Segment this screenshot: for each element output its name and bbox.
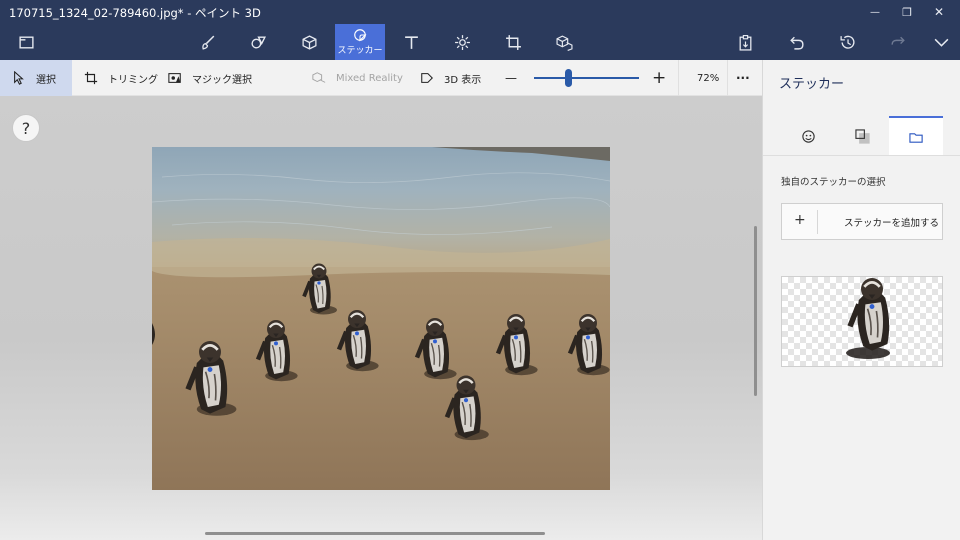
magic-select-button[interactable]: マジック選択 — [168, 60, 252, 96]
tab-divider — [763, 155, 960, 156]
undo-icon — [789, 36, 804, 50]
text-icon — [404, 35, 418, 49]
mixed-reality-button: Mixed Reality — [312, 60, 403, 96]
mixed-reality-icon — [312, 72, 326, 83]
3d-shapes-tool-button[interactable] — [284, 24, 334, 60]
custom-sticker-section-label: 独自のステッカーの選択 — [781, 177, 886, 188]
sticker-icon — [354, 29, 367, 42]
select-button[interactable]: 選択 — [0, 60, 72, 96]
custom-folder-icon — [908, 132, 923, 143]
3d-shapes-icon — [301, 34, 317, 50]
3d-view-button[interactable]: 3D 表示 — [420, 60, 481, 96]
expand-button[interactable] — [916, 24, 960, 60]
beach-penguins-photo — [152, 147, 610, 490]
zoom-level: 72% — [697, 72, 720, 84]
selection-toolbar: 選択 トリミング マジック選択 Mixed Reality 3D 表示 — + … — [0, 60, 762, 96]
expand-icon — [934, 38, 948, 47]
3d-library-icon — [555, 34, 573, 51]
brush-icon — [201, 35, 214, 50]
zoom-slider-thumb[interactable] — [565, 69, 573, 87]
toolbar-divider — [727, 60, 728, 96]
text-tool-button[interactable] — [386, 24, 436, 60]
3d-view-label: 3D 表示 — [444, 74, 482, 86]
crop-icon — [84, 71, 98, 85]
plus-icon: + — [794, 212, 806, 228]
add-sticker-button[interactable]: + ステッカーを追加する — [781, 203, 943, 240]
zoom-in-label: + — [652, 68, 667, 88]
brush-tool-button[interactable] — [183, 24, 233, 60]
magic-select-label: マジック選択 — [192, 74, 252, 86]
add-sticker-label: ステッカーを追加する — [844, 218, 940, 229]
menu-icon — [18, 35, 34, 49]
sticker-tool-label: ステッカー — [337, 46, 383, 56]
crop-button[interactable]: トリミング — [84, 60, 158, 96]
toolbar-divider — [678, 60, 679, 96]
select-label: 選択 — [36, 74, 56, 86]
redo-icon — [890, 36, 905, 45]
canvas-icon — [505, 34, 521, 50]
paste-icon — [739, 34, 751, 51]
zoom-in-button[interactable]: + — [652, 60, 666, 96]
tab-custom-stickers[interactable] — [889, 116, 943, 156]
mixed-reality-label: Mixed Reality — [336, 72, 403, 84]
window-title: 170715_1324_02-789460.jpg* - ペイント 3D — [9, 6, 261, 20]
canvas-image[interactable] — [152, 147, 610, 490]
2d-shapes-tool-button[interactable] — [233, 24, 283, 60]
sticker-tool-button[interactable]: ステッカー — [335, 24, 385, 60]
restore-button[interactable]: ❐ — [892, 2, 922, 22]
sticker-panel: ステッカー 独自のステッカーの選択 + ステッカーを追加する — [762, 60, 960, 540]
tab-stickers[interactable] — [781, 116, 835, 156]
menu-button[interactable] — [1, 24, 51, 60]
crop-label: トリミング — [108, 74, 158, 86]
magic-select-icon — [168, 73, 181, 83]
2d-shapes-icon — [250, 35, 266, 49]
zoom-out-button[interactable]: — — [505, 60, 517, 96]
vertical-scrollbar[interactable] — [754, 226, 757, 396]
minimize-button[interactable]: — — [860, 2, 890, 22]
effects-tool-button[interactable] — [437, 24, 487, 60]
custom-sticker-thumbnail[interactable] — [781, 276, 943, 367]
penguin-sticker-image — [846, 278, 890, 359]
close-button[interactable]: ✕ — [924, 2, 954, 22]
help-button[interactable]: ? — [12, 114, 40, 142]
effects-icon — [454, 34, 470, 50]
title-and-tool-bar: 170715_1324_02-789460.jpg* - ペイント 3D — ❐… — [0, 0, 960, 60]
tab-textures[interactable] — [835, 116, 889, 156]
texture-icon — [854, 128, 870, 144]
cursor-icon — [14, 71, 24, 85]
button-divider — [817, 210, 818, 234]
3d-library-tool-button[interactable] — [539, 24, 589, 60]
paste-button[interactable] — [720, 24, 770, 60]
canvas-tool-button[interactable] — [488, 24, 538, 60]
more-options-button[interactable]: ··· — [736, 60, 750, 96]
panel-title: ステッカー — [779, 77, 845, 92]
history-button[interactable] — [822, 24, 872, 60]
horizontal-scrollbar[interactable] — [205, 532, 545, 535]
3d-view-icon — [421, 73, 433, 83]
zoom-out-label: — — [505, 71, 517, 85]
history-icon — [839, 35, 855, 49]
sticker-face-icon — [801, 129, 815, 143]
zoom-slider-track[interactable] — [534, 77, 639, 79]
undo-button[interactable] — [771, 24, 821, 60]
